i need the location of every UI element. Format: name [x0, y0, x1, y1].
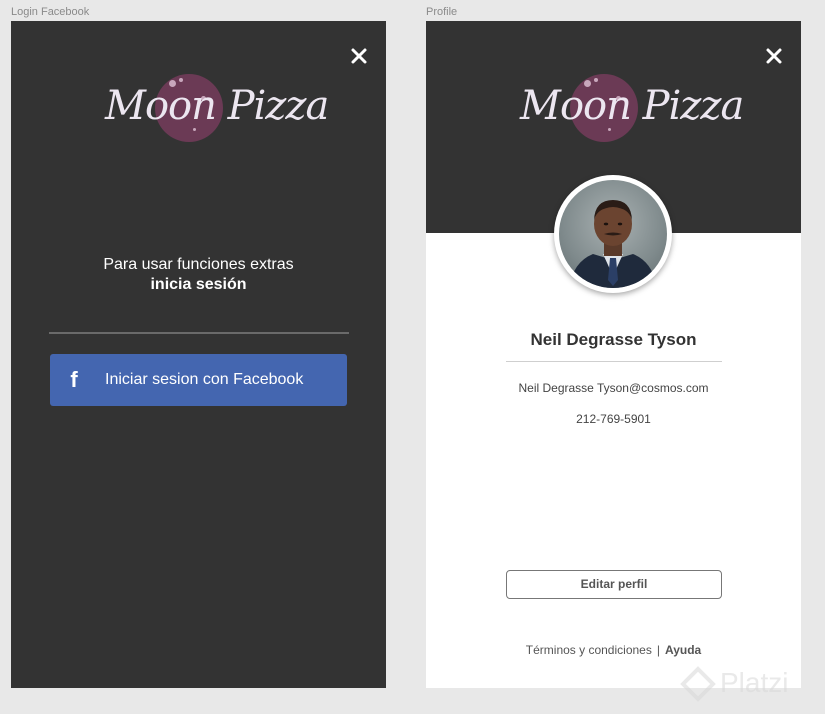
moon-pizza-logo: Moon Pizza	[105, 71, 329, 146]
profile-screen: Moon Pizza Neil Degrasse Tyson Neil Degr…	[426, 21, 801, 688]
close-icon	[351, 48, 367, 64]
close-button[interactable]	[765, 47, 783, 65]
profile-name: Neil Degrasse Tyson	[530, 330, 697, 349]
logo-wordmark: Moon Pizza	[105, 83, 329, 129]
avatar	[554, 175, 672, 293]
facebook-login-label: Iniciar sesion con Facebook	[105, 371, 304, 388]
close-button[interactable]	[350, 47, 368, 65]
divider	[49, 332, 349, 334]
profile-email: Neil Degrasse Tyson@cosmos.com	[518, 381, 709, 395]
platzi-watermark-text: Platzi	[720, 667, 789, 698]
platzi-logo-icon	[680, 666, 716, 702]
frame-label-login: Login Facebook	[11, 6, 90, 18]
terms-link[interactable]: Términos y condiciones	[526, 643, 652, 657]
help-link[interactable]: Ayuda	[665, 643, 701, 657]
facebook-login-button[interactable]: f Iniciar sesion con Facebook	[50, 354, 347, 406]
prompt-line-1: Para usar funciones extras	[103, 256, 294, 273]
moon-pizza-logo: Moon Pizza	[520, 71, 744, 146]
close-icon	[766, 48, 782, 64]
login-screen: Moon Pizza Para usar funciones extras in…	[11, 21, 386, 688]
edit-profile-button[interactable]: Editar perfil	[506, 570, 722, 599]
login-prompt: Para usar funciones extras inicia sesión	[11, 255, 386, 295]
profile-photo	[559, 180, 667, 288]
facebook-icon: f	[70, 367, 78, 392]
profile-footer: Términos y condiciones | Ayuda	[426, 643, 801, 657]
logo-wordmark: Moon Pizza	[520, 83, 744, 129]
profile-phone: 212-769-5901	[576, 412, 651, 426]
platzi-watermark: Platzi	[678, 664, 818, 704]
prompt-line-2: inicia sesión	[150, 276, 247, 293]
name-divider	[506, 361, 722, 362]
frame-label-profile: Profile	[426, 6, 458, 18]
footer-separator: |	[656, 643, 660, 657]
